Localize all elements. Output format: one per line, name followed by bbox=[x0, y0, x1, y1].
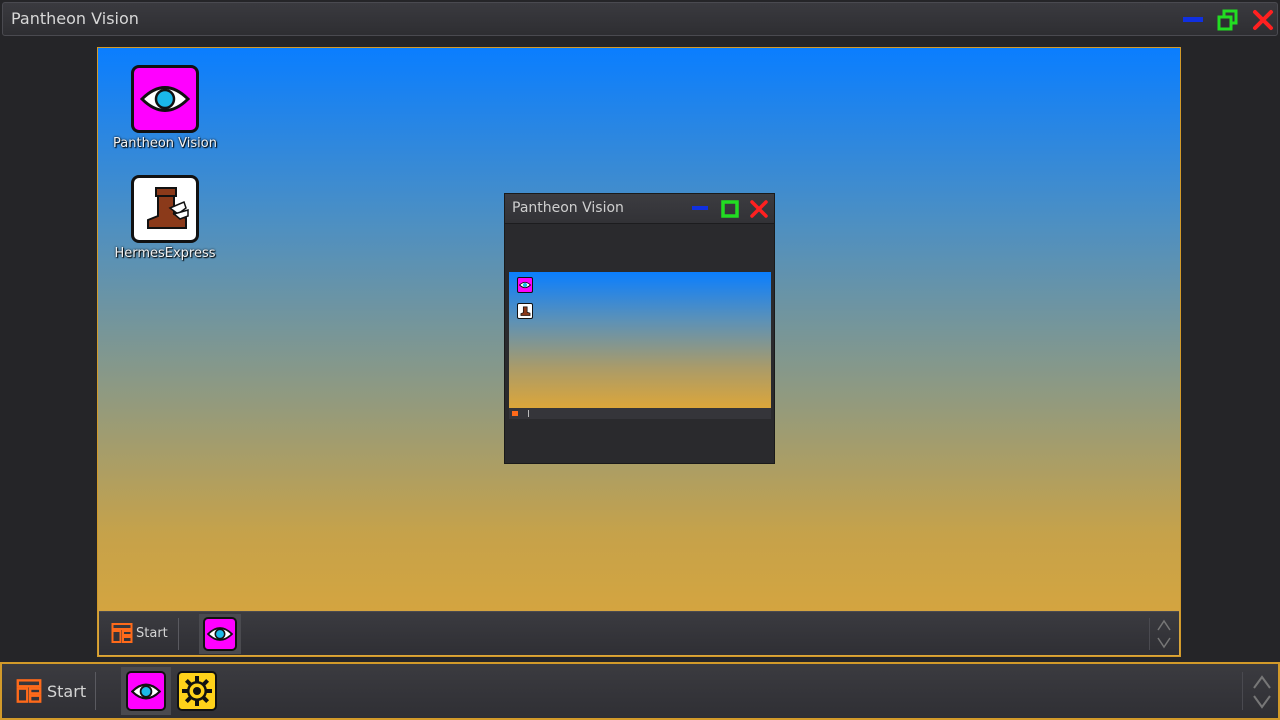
maximize-icon bbox=[721, 200, 739, 218]
app-tile[interactable] bbox=[131, 65, 199, 133]
restore-icon bbox=[1217, 9, 1238, 31]
vision-preview bbox=[509, 272, 771, 419]
winged-boot-icon bbox=[147, 187, 189, 229]
minimize-button[interactable] bbox=[1183, 17, 1203, 22]
restore-button[interactable] bbox=[1217, 9, 1239, 31]
taskbar: Start bbox=[0, 662, 1280, 720]
scroll-arrows-icon bbox=[1157, 619, 1171, 649]
winged-boot-icon bbox=[520, 306, 531, 316]
desktop-icon-pantheon-vision[interactable]: Pantheon Vision bbox=[100, 65, 230, 151]
preview-start-icon bbox=[512, 411, 518, 416]
preview-desktop bbox=[509, 272, 771, 408]
taskbar-separator bbox=[1242, 672, 1243, 710]
close-button[interactable] bbox=[1252, 9, 1274, 31]
gear-icon bbox=[182, 676, 212, 706]
inner-taskbar-scroll[interactable] bbox=[1155, 617, 1173, 651]
taskbar-separator bbox=[178, 618, 179, 650]
taskbar-app-pantheon-vision[interactable] bbox=[121, 667, 171, 715]
preview-taskbar bbox=[509, 408, 771, 419]
inner-taskbar: Start bbox=[99, 611, 1179, 655]
preview-taskbar-separator bbox=[528, 410, 529, 417]
eye-icon bbox=[519, 281, 531, 289]
window-titlebar[interactable]: Pantheon Vision bbox=[2, 2, 1278, 36]
inner-taskbar-app-pantheon-vision[interactable] bbox=[199, 614, 241, 654]
scroll-arrows-icon bbox=[1253, 675, 1271, 709]
eye-icon bbox=[207, 627, 233, 641]
app-tile bbox=[203, 617, 237, 651]
inner-close-button[interactable] bbox=[749, 199, 769, 219]
preview-icon-hermes bbox=[517, 303, 533, 319]
desktop-icon-label: Pantheon Vision bbox=[113, 136, 217, 151]
start-icon bbox=[16, 679, 42, 703]
app-tile bbox=[126, 671, 166, 711]
inner-minimize-button[interactable] bbox=[692, 206, 708, 210]
start-button[interactable]: Start bbox=[16, 678, 86, 704]
eye-icon bbox=[131, 683, 161, 699]
taskbar-separator bbox=[1149, 618, 1150, 650]
inner-window[interactable]: Pantheon Vision bbox=[504, 193, 775, 464]
preview-icon-pantheon bbox=[517, 277, 533, 293]
start-label: Start bbox=[47, 681, 87, 701]
start-icon bbox=[111, 623, 133, 643]
inner-start-button[interactable]: Start bbox=[111, 622, 168, 644]
taskbar-separator bbox=[95, 672, 96, 710]
desktop-icon-hermes-express[interactable]: HermesExpress bbox=[100, 175, 230, 261]
eye-icon bbox=[140, 86, 190, 112]
close-icon bbox=[1253, 10, 1273, 30]
inner-window-title: Pantheon Vision bbox=[512, 200, 624, 216]
start-label: Start bbox=[136, 625, 168, 641]
app-tile bbox=[177, 671, 217, 711]
app-tile[interactable] bbox=[131, 175, 199, 243]
inner-window-titlebar[interactable]: Pantheon Vision bbox=[505, 194, 774, 224]
close-icon bbox=[750, 200, 768, 218]
desktop-icon-label: HermesExpress bbox=[114, 246, 216, 261]
taskbar-app-settings[interactable] bbox=[174, 667, 220, 715]
inner-maximize-button[interactable] bbox=[721, 200, 739, 218]
window-title: Pantheon Vision bbox=[11, 9, 139, 28]
taskbar-scroll[interactable] bbox=[1250, 672, 1274, 712]
